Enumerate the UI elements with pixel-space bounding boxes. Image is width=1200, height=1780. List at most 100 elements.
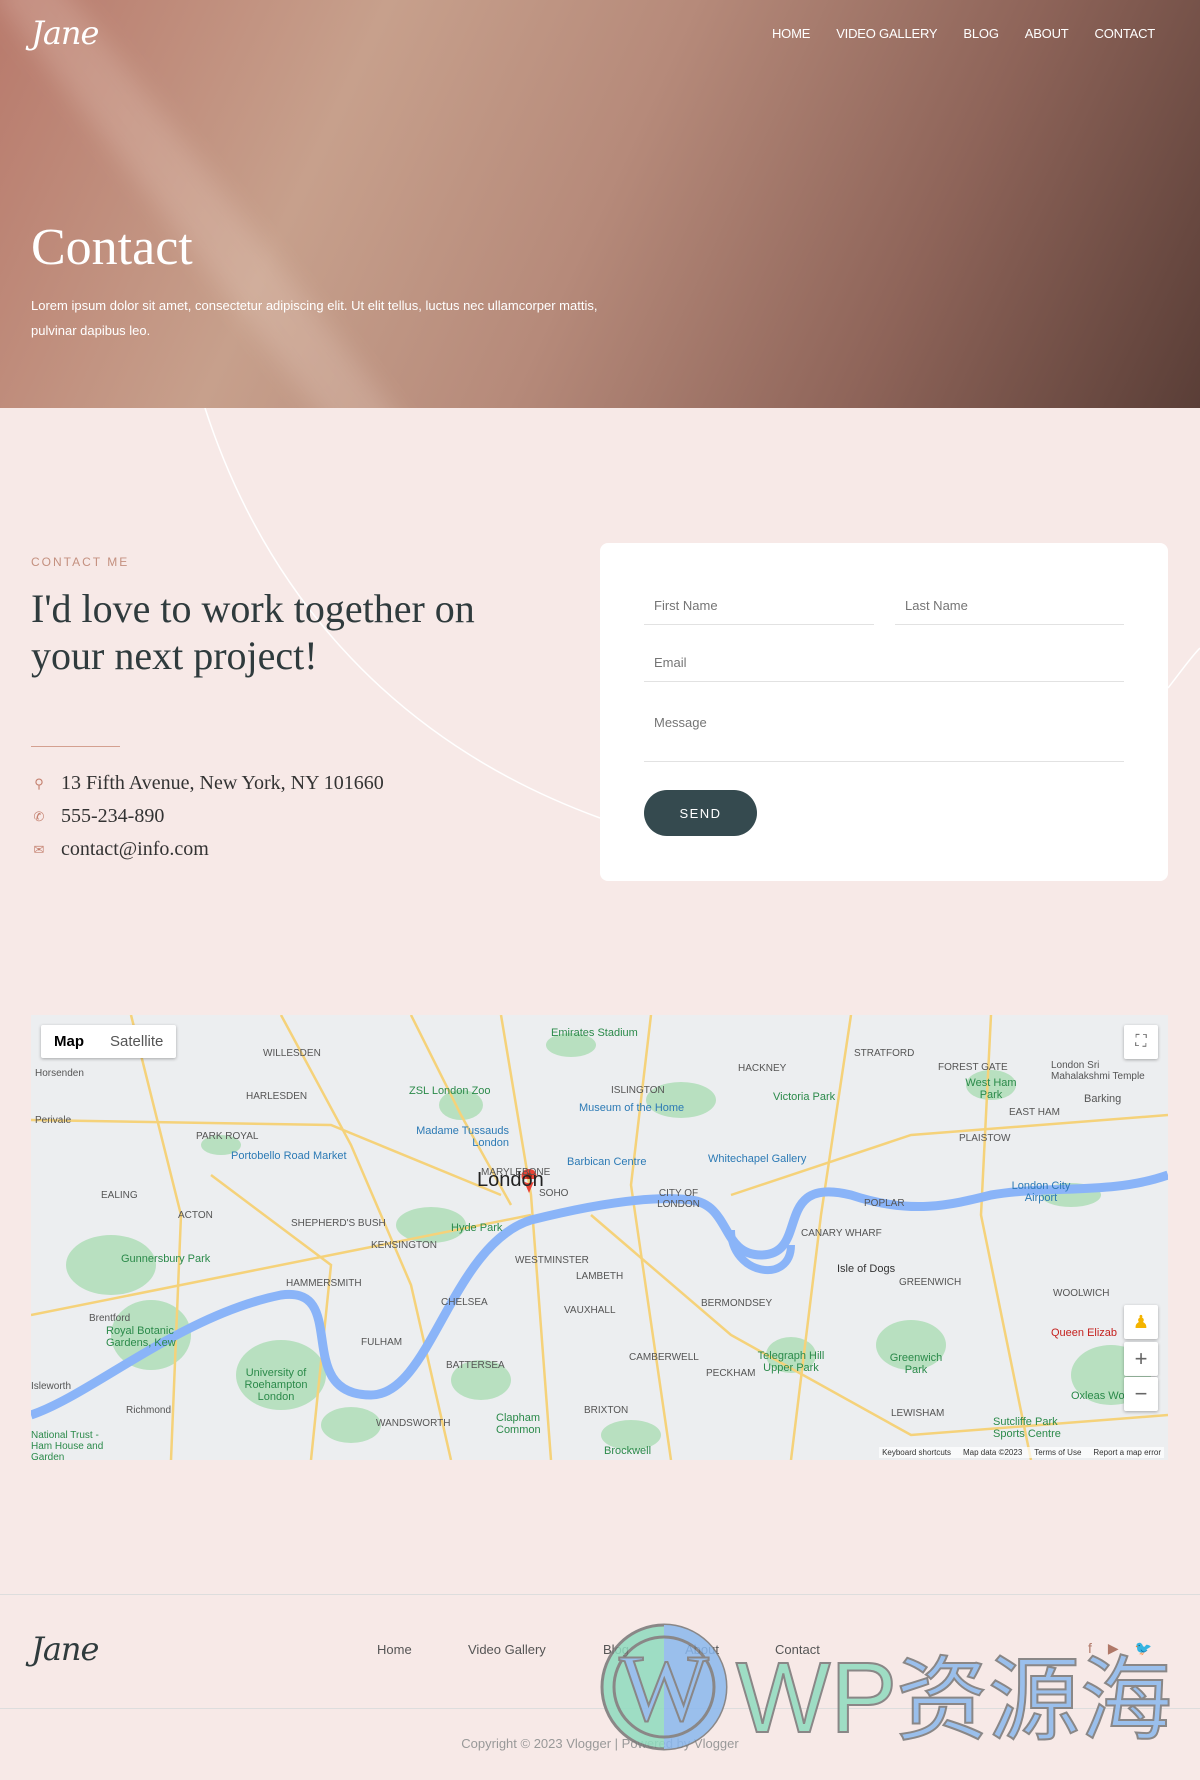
map-label: BATTERSEA — [446, 1360, 505, 1371]
map-label: VAUXHALL — [564, 1305, 616, 1316]
nav-blog[interactable]: BLOG — [963, 26, 999, 41]
map-label: Horsenden — [35, 1068, 84, 1079]
nav-home[interactable]: HOME — [772, 26, 810, 41]
map-label: KENSINGTON — [371, 1240, 437, 1251]
map-label: Brockwell — [604, 1445, 652, 1457]
footer-link-home[interactable]: Home — [377, 1642, 412, 1657]
map-label: Greenwich Park — [889, 1352, 943, 1376]
terms-link[interactable]: Terms of Use — [1034, 1448, 1081, 1457]
map-pin-icon: ⚲ — [34, 775, 44, 791]
map-label: ACTON — [178, 1210, 213, 1221]
pegman-icon[interactable]: ♟ — [1124, 1305, 1158, 1339]
map-label: University of Roehampton London — [244, 1367, 308, 1403]
map-label: LAMBETH — [576, 1271, 624, 1282]
map-label: Perivale — [35, 1115, 72, 1126]
svg-text:资源海: 资源海 — [896, 1647, 1172, 1754]
map-label: Portobello Road Market — [231, 1150, 347, 1162]
map-label: CITY OF LONDON — [657, 1188, 700, 1210]
watermark-logo: W WP 资源海 — [600, 1623, 1173, 1755]
hero-banner: Jane HOME VIDEO GALLERY BLOG ABOUT CONTA… — [0, 0, 1200, 408]
map-label: Royal Botanic Gardens, Kew — [106, 1325, 176, 1349]
fullscreen-icon[interactable]: ⛶ — [1124, 1025, 1158, 1059]
footer-logo[interactable]: Jane — [31, 1630, 99, 1668]
map-label: Barking — [1084, 1093, 1122, 1105]
map-label: CAMBERWELL — [629, 1352, 699, 1363]
divider — [31, 746, 120, 747]
map-label: SHEPHERD'S BUSH — [291, 1218, 386, 1229]
first-name-input[interactable] — [654, 598, 864, 613]
envelope-icon: ✉ — [33, 841, 45, 857]
map-type-satellite-button[interactable]: Satellite — [97, 1025, 176, 1058]
svg-text:W: W — [619, 1635, 709, 1741]
map-label: HARLESDEN — [246, 1091, 308, 1102]
map-label: Clapham Common — [496, 1412, 541, 1436]
map-label: HACKNEY — [738, 1063, 787, 1074]
map-label: West Ham Park — [965, 1077, 1017, 1101]
map-label: STRATFORD — [854, 1048, 915, 1059]
map-label: Barbican Centre — [567, 1156, 647, 1168]
email-field[interactable] — [644, 655, 1124, 682]
map-label: Brentford — [89, 1313, 131, 1324]
last-name-input[interactable] — [905, 598, 1114, 613]
map-label: Telegraph Hill Upper Park — [757, 1350, 825, 1374]
map-label: BERMONDSEY — [701, 1298, 773, 1309]
map-data-text: Map data ©2023 — [963, 1448, 1023, 1457]
map-label: ISLINGTON — [611, 1085, 665, 1096]
map-label: Victoria Park — [773, 1091, 836, 1103]
site-logo[interactable]: Jane — [31, 14, 99, 52]
map-label: GREENWICH — [899, 1277, 962, 1288]
nav-contact[interactable]: CONTACT — [1095, 26, 1156, 41]
first-name-field[interactable] — [644, 598, 874, 625]
hero-text: Lorem ipsum dolor sit amet, consectetur … — [31, 298, 598, 338]
report-error-link[interactable]: Report a map error — [1093, 1448, 1161, 1457]
map-label: SOHO — [539, 1188, 569, 1199]
map-label: London Sri Mahalakshmi Temple — [1051, 1060, 1145, 1082]
footer-link-video-gallery[interactable]: Video Gallery — [468, 1642, 546, 1657]
email-item: ✉ contact@info.com — [31, 838, 209, 861]
map-label: WILLESDEN — [263, 1048, 321, 1059]
main-nav: HOME VIDEO GALLERY BLOG ABOUT CONTACT — [772, 26, 1155, 41]
section-heading: I'd love to work together on your next p… — [31, 586, 475, 678]
message-textarea[interactable] — [654, 715, 1114, 745]
map-label: Hyde Park — [451, 1222, 503, 1234]
keyboard-shortcuts-link[interactable]: Keyboard shortcuts — [882, 1448, 951, 1457]
address-item: ⚲ 13 Fifth Avenue, New York, NY 101660 — [31, 772, 384, 795]
email-text[interactable]: contact@info.com — [61, 838, 209, 861]
footer-divider — [0, 1594, 1200, 1595]
map-attribution: Keyboard shortcuts Map data ©2023 Terms … — [879, 1447, 1164, 1458]
phone-text: 555-234-890 — [61, 805, 165, 827]
last-name-field[interactable] — [895, 598, 1124, 625]
map-label: WANDSWORTH — [376, 1418, 451, 1429]
map-label: Museum of the Home — [579, 1102, 685, 1114]
map-label: National Trust - Ham House and Garden — [31, 1430, 104, 1460]
google-map[interactable]: London Horsenden Perivale WILLESDEN HARL… — [31, 1015, 1168, 1460]
map-label: LEWISHAM — [891, 1408, 945, 1419]
nav-video-gallery[interactable]: VIDEO GALLERY — [836, 26, 937, 41]
map-label: MARYLEBONE — [481, 1167, 551, 1178]
zoom-in-icon[interactable]: + — [1124, 1342, 1158, 1376]
send-button[interactable]: SEND — [644, 790, 757, 836]
map-label: HAMMERSMITH — [286, 1278, 362, 1289]
map-label: PARK ROYAL — [196, 1131, 259, 1142]
message-field[interactable] — [644, 715, 1124, 762]
zoom-out-icon[interactable]: − — [1124, 1377, 1158, 1411]
map-label: EAST HAM — [1009, 1107, 1060, 1118]
map-label: FULHAM — [361, 1337, 403, 1348]
map-label: Isleworth — [31, 1381, 72, 1392]
map-type-map-button[interactable]: Map — [41, 1025, 97, 1058]
map-label: EALING — [101, 1190, 138, 1201]
phone-item: ✆ 555-234-890 — [31, 805, 165, 828]
email-input[interactable] — [654, 655, 1114, 670]
map-label: WOOLWICH — [1053, 1288, 1110, 1299]
section-eyebrow: CONTACT ME — [31, 555, 130, 569]
address-text: 13 Fifth Avenue, New York, NY 101660 — [61, 772, 384, 794]
map-label: Isle of Dogs — [837, 1263, 896, 1275]
map-label: WESTMINSTER — [515, 1255, 589, 1266]
svg-text:WP: WP — [736, 1642, 897, 1754]
nav-about[interactable]: ABOUT — [1025, 26, 1069, 41]
map-label: Queen Elizab — [1051, 1327, 1118, 1339]
map-label: CHELSEA — [441, 1297, 488, 1308]
map-label: BRIXTON — [584, 1405, 629, 1416]
map-label: Gunnersbury Park — [121, 1253, 211, 1265]
contact-form: SEND — [600, 543, 1168, 881]
